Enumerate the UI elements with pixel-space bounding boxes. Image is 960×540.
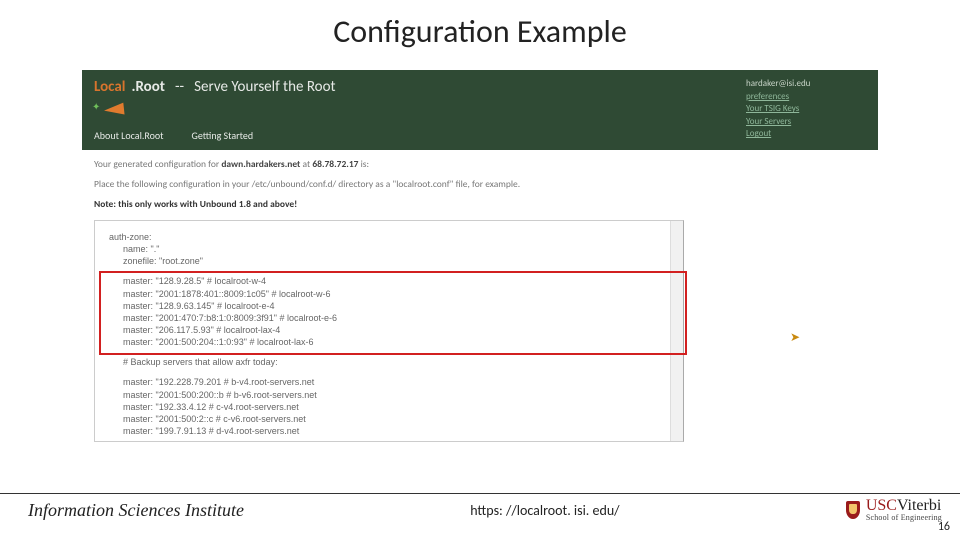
school-text: School of Engineering (866, 514, 942, 522)
account-panel: hardaker@isi.edu preferences Your TSIG K… (740, 70, 878, 150)
cursor-icon: ➤ (790, 330, 800, 345)
page-body: Your generated configuration for dawn.ha… (82, 150, 878, 210)
place-line: Place the following configuration in you… (94, 178, 866, 190)
cfg-master: master: "206.117.5.93" # localroot-lax-4 (109, 324, 673, 336)
link-logout[interactable]: Logout (746, 128, 866, 141)
slide-footer: Information Sciences Institute https: //… (0, 493, 960, 522)
cfg-authzone: auth-zone: (109, 231, 673, 243)
link-preferences[interactable]: preferences (746, 91, 866, 104)
shield-icon (846, 501, 860, 519)
nav-about[interactable]: About Local.Root (94, 129, 164, 142)
cfg-backup: master: "199.7.91.13 # d-v4.root-servers… (109, 425, 673, 437)
carrot-icon: ✦ (94, 100, 124, 118)
link-your-servers[interactable]: Your Servers (746, 116, 866, 129)
brand-dash: -- (175, 78, 184, 96)
note-line: Note: this only works with Unbound 1.8 a… (94, 198, 866, 210)
gen-mid: at (300, 158, 312, 170)
cfg-name: name: "." (109, 243, 673, 255)
brand-local: Local (94, 78, 125, 96)
usc-text: USC (866, 497, 897, 514)
cfg-backup: master: "2001:500:200::b # b-v6.root-ser… (109, 389, 673, 401)
config-textbox[interactable]: auth-zone: name: "." zonefile: "root.zon… (94, 220, 684, 442)
brand-root: .Root (131, 78, 165, 96)
gen-ip: 68.78.72.17 (312, 158, 358, 170)
page-number: 16 (938, 520, 950, 534)
generated-line: Your generated configuration for dawn.ha… (94, 158, 866, 170)
account-email: hardaker@isi.edu (746, 78, 810, 89)
footer-isi: Information Sciences Institute (28, 500, 244, 521)
usc-viterbi-logo: USCViterbi School of Engineering (846, 498, 942, 522)
site-header: Local.Root -- Serve Yourself the Root ✦ … (82, 70, 878, 150)
cfg-backup-comment: # Backup servers that allow axfr today: (109, 356, 673, 368)
cfg-backup: master: "2001:500:2::c # c-v6.root-serve… (109, 413, 673, 425)
gen-host: dawn.hardakers.net (221, 158, 300, 170)
cfg-backup: master: "192.228.79.201 # b-v4.root-serv… (109, 376, 673, 388)
cfg-master: master: "128.9.63.145" # localroot-e-4 (109, 300, 673, 312)
footer-url: https: //localroot. isi. edu/ (244, 502, 846, 519)
gen-suffix: is: (358, 158, 369, 170)
cfg-master: master: "2001:1878:401::8009:1c05" # loc… (109, 288, 673, 300)
brand-tagline: Serve Yourself the Root (194, 78, 335, 96)
brand: Local .Root -- Serve Yourself the Root (94, 78, 728, 96)
cfg-master: master: "128.9.28.5" # localroot-w-4 (109, 275, 673, 287)
link-tsig-keys[interactable]: Your TSIG Keys (746, 103, 866, 116)
slide-title: Configuration Example (0, 12, 960, 51)
cfg-master: master: "2001:500:204::1:0:93" # localro… (109, 336, 673, 348)
embedded-screenshot: Local.Root -- Serve Yourself the Root ✦ … (82, 70, 878, 470)
cfg-backup: master: "192.33.4.12 # c-v4.root-servers… (109, 401, 673, 413)
gen-prefix: Your generated configuration for (94, 158, 221, 170)
cfg-zonefile: zonefile: "root.zone" (109, 255, 673, 267)
viterbi-text: Viterbi (897, 497, 941, 514)
cfg-master: master: "2001:470:7:b8:1:0:8009:3f91" # … (109, 312, 673, 324)
nav-getting-started[interactable]: Getting Started (192, 129, 254, 142)
